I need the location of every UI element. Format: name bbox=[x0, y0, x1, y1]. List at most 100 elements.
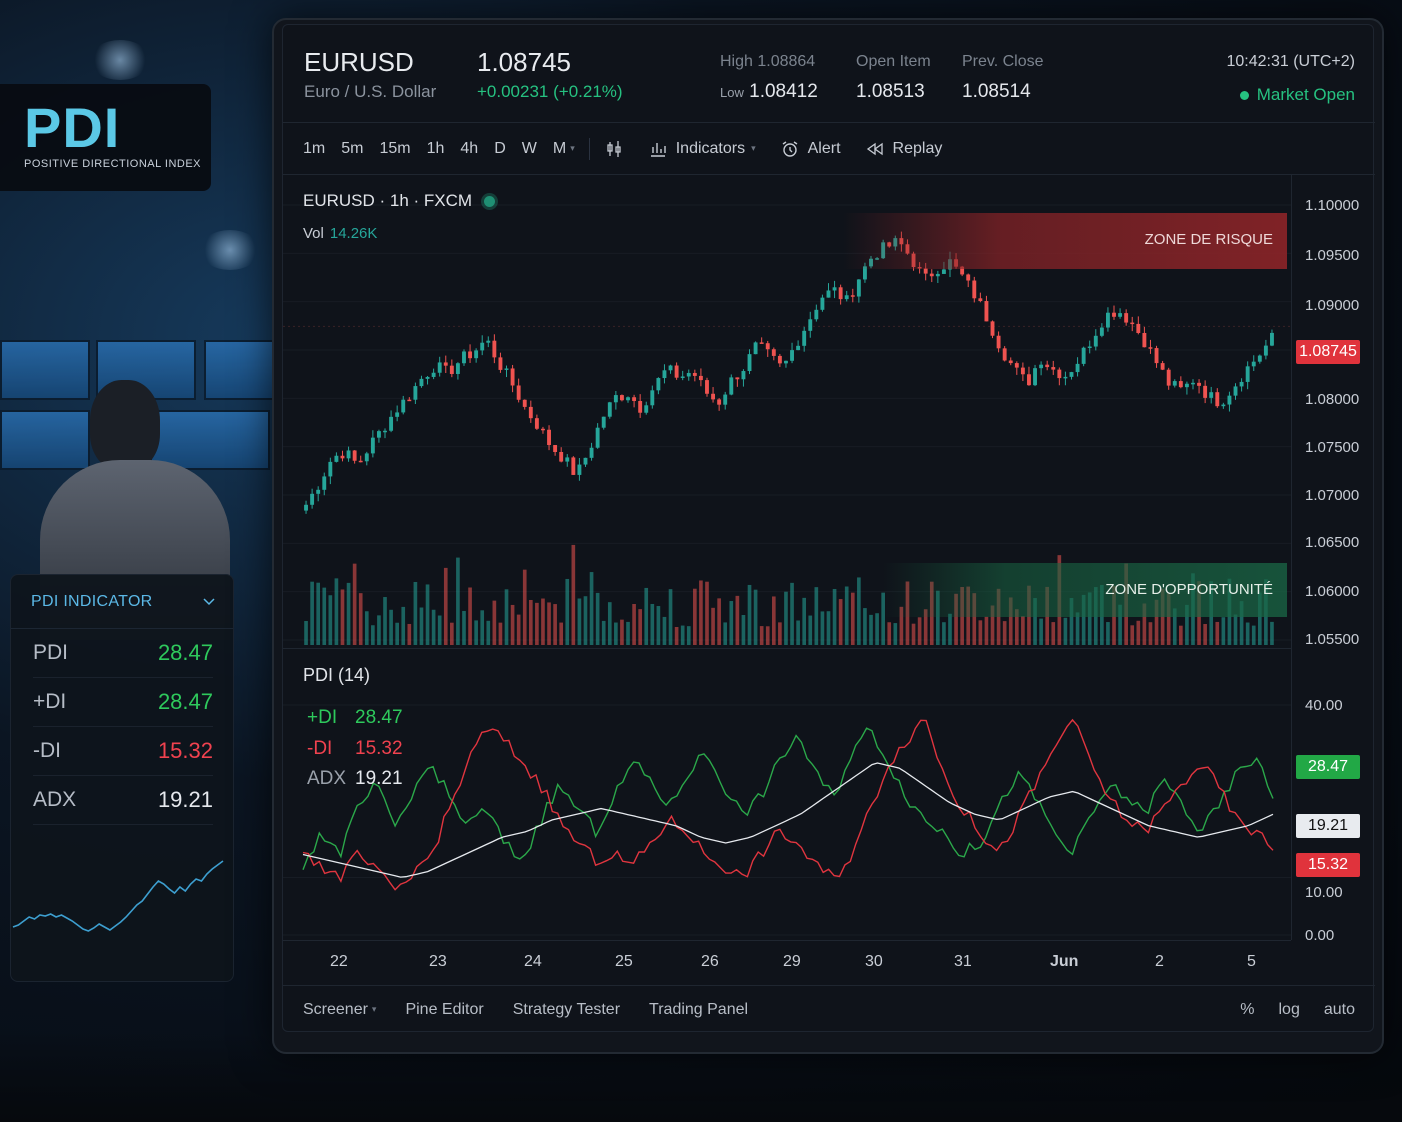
volume-bar bbox=[571, 544, 576, 645]
pdi-indicator-chart[interactable] bbox=[283, 649, 1291, 941]
symbol-header: EURUSD Euro / U.S. Dollar 1.08745 +0.002… bbox=[283, 25, 1375, 123]
volume-bar bbox=[589, 572, 594, 645]
volume-bar bbox=[607, 602, 612, 645]
time-tick: 24 bbox=[524, 953, 542, 970]
candle-body bbox=[528, 406, 533, 419]
indicator-pane[interactable]: PDI (14) +DI 28.47 -DI 15.32 ADX 19.21 bbox=[283, 648, 1291, 940]
status-dot-icon bbox=[1239, 90, 1249, 100]
price-axis[interactable]: 1.10000 1.09500 1.09000 1.08745 1.08000 … bbox=[1291, 175, 1375, 944]
candle-body bbox=[844, 295, 849, 300]
volume-bar bbox=[407, 623, 412, 645]
candle-body bbox=[522, 399, 527, 407]
time-axis[interactable]: 22 23 24 25 26 29 30 31 Jun 2 5 bbox=[283, 940, 1291, 984]
timeframe-d[interactable]: D bbox=[494, 140, 506, 158]
volume-bar bbox=[1233, 614, 1238, 645]
symbol-name[interactable]: EURUSD bbox=[304, 47, 414, 78]
pine-editor-tab[interactable]: Pine Editor bbox=[405, 1001, 483, 1019]
chart-legend[interactable]: EURUSD · 1h · FXCM bbox=[303, 191, 496, 211]
candle-body bbox=[553, 445, 558, 452]
volume-bar bbox=[814, 587, 819, 645]
candle-body bbox=[759, 342, 764, 344]
volume-bar bbox=[978, 620, 983, 645]
candle-body bbox=[358, 460, 363, 463]
volume-bar bbox=[443, 567, 448, 645]
volume-bar bbox=[1215, 621, 1220, 645]
candle-body bbox=[1014, 363, 1019, 368]
candle-body bbox=[1148, 347, 1153, 349]
candle-body bbox=[650, 390, 655, 406]
volume-bar bbox=[510, 604, 515, 645]
volume-bar bbox=[1075, 612, 1080, 645]
alert-label: Alert bbox=[807, 139, 841, 157]
timeframe-5m[interactable]: 5m bbox=[341, 140, 363, 158]
candle-body bbox=[1130, 322, 1135, 325]
volume-bar bbox=[693, 588, 697, 645]
volume-bar bbox=[1136, 620, 1141, 645]
indicator-title[interactable]: PDI (14) bbox=[303, 665, 370, 686]
volume-bar bbox=[917, 617, 922, 645]
panel-title: PDI INDICATOR bbox=[31, 592, 153, 610]
candle-body bbox=[486, 340, 491, 343]
indicators-button[interactable]: Indicators ▾ bbox=[648, 139, 756, 159]
timeframe-1m[interactable]: 1m bbox=[303, 140, 325, 158]
pdi-logo-card: PDI POSITIVE DIRECTIONAL INDEX bbox=[0, 84, 211, 191]
chevron-down-icon[interactable]: ▾ bbox=[570, 143, 575, 154]
panel-header[interactable]: PDI INDICATOR bbox=[11, 575, 233, 629]
candle-body bbox=[492, 340, 497, 358]
volume-label: Vol bbox=[303, 225, 324, 242]
volume-bar bbox=[462, 610, 466, 645]
candle-body bbox=[376, 431, 381, 438]
volume-bar bbox=[437, 615, 442, 645]
row-value: 19.21 bbox=[157, 787, 213, 812]
candle-body bbox=[425, 376, 430, 379]
volume-bar bbox=[377, 615, 381, 645]
screener-tab[interactable]: Screener ▾ bbox=[303, 1001, 376, 1019]
volume-bar bbox=[674, 626, 679, 645]
log-scale-toggle[interactable]: log bbox=[1279, 1001, 1300, 1019]
volume-bar bbox=[492, 600, 497, 645]
strategy-tester-tab[interactable]: Strategy Tester bbox=[513, 1001, 620, 1019]
volume-bar bbox=[1245, 622, 1250, 645]
candle-body bbox=[674, 365, 679, 378]
candle-body bbox=[1203, 385, 1208, 398]
ceiling-light bbox=[90, 40, 150, 80]
candle-body bbox=[1099, 327, 1104, 336]
candle-body bbox=[1033, 368, 1037, 386]
stat-high: High 1.08864 Low 1.08412 bbox=[720, 53, 818, 103]
candle-body bbox=[668, 365, 673, 371]
candle-body bbox=[735, 377, 740, 380]
timeframe-1h[interactable]: 1h bbox=[427, 140, 445, 158]
volume-bar bbox=[528, 599, 533, 645]
trading-panel-tab[interactable]: Trading Panel bbox=[649, 1001, 748, 1019]
stat-label: Open Item bbox=[856, 53, 931, 70]
timeframe-w[interactable]: W bbox=[522, 140, 537, 158]
volume-bar bbox=[1179, 625, 1183, 645]
risk-zone-label: ZONE DE RISQUE bbox=[1144, 231, 1273, 248]
auto-scale-toggle[interactable]: auto bbox=[1324, 1001, 1355, 1019]
percent-scale-toggle[interactable]: % bbox=[1240, 1001, 1254, 1019]
adx-line bbox=[302, 762, 1274, 878]
chevron-down-icon[interactable] bbox=[203, 595, 215, 609]
volume-bar bbox=[747, 584, 752, 645]
row-label: +DI bbox=[33, 690, 67, 713]
indicator-tick: 40.00 bbox=[1305, 697, 1343, 714]
row-value: 28.47 bbox=[157, 640, 213, 665]
timeframe-m[interactable]: M bbox=[553, 140, 566, 158]
candle-body bbox=[1227, 395, 1232, 405]
candle-body bbox=[1239, 381, 1244, 387]
price-pane[interactable]: ZONE DE RISQUE ZONE D'OPPORTUNITÉ EURUSD… bbox=[283, 175, 1291, 648]
chart-area[interactable]: ZONE DE RISQUE ZONE D'OPPORTUNITÉ EURUSD… bbox=[283, 175, 1375, 944]
volume-bar bbox=[614, 622, 618, 645]
server-clock: 10:42:31 (UTC+2) bbox=[1226, 53, 1355, 70]
price-tick: 1.10000 bbox=[1305, 197, 1360, 214]
timeframe-15m[interactable]: 15m bbox=[379, 140, 410, 158]
candle-body bbox=[717, 399, 722, 405]
alert-button[interactable]: Alert bbox=[780, 139, 841, 159]
chart-type-button[interactable] bbox=[604, 139, 624, 159]
candle-body bbox=[729, 377, 734, 395]
candle-body bbox=[1069, 372, 1074, 377]
timeframe-4h[interactable]: 4h bbox=[460, 140, 478, 158]
replay-button[interactable]: Replay bbox=[865, 139, 942, 159]
volume-bar bbox=[656, 606, 661, 645]
candle-body bbox=[383, 430, 387, 433]
